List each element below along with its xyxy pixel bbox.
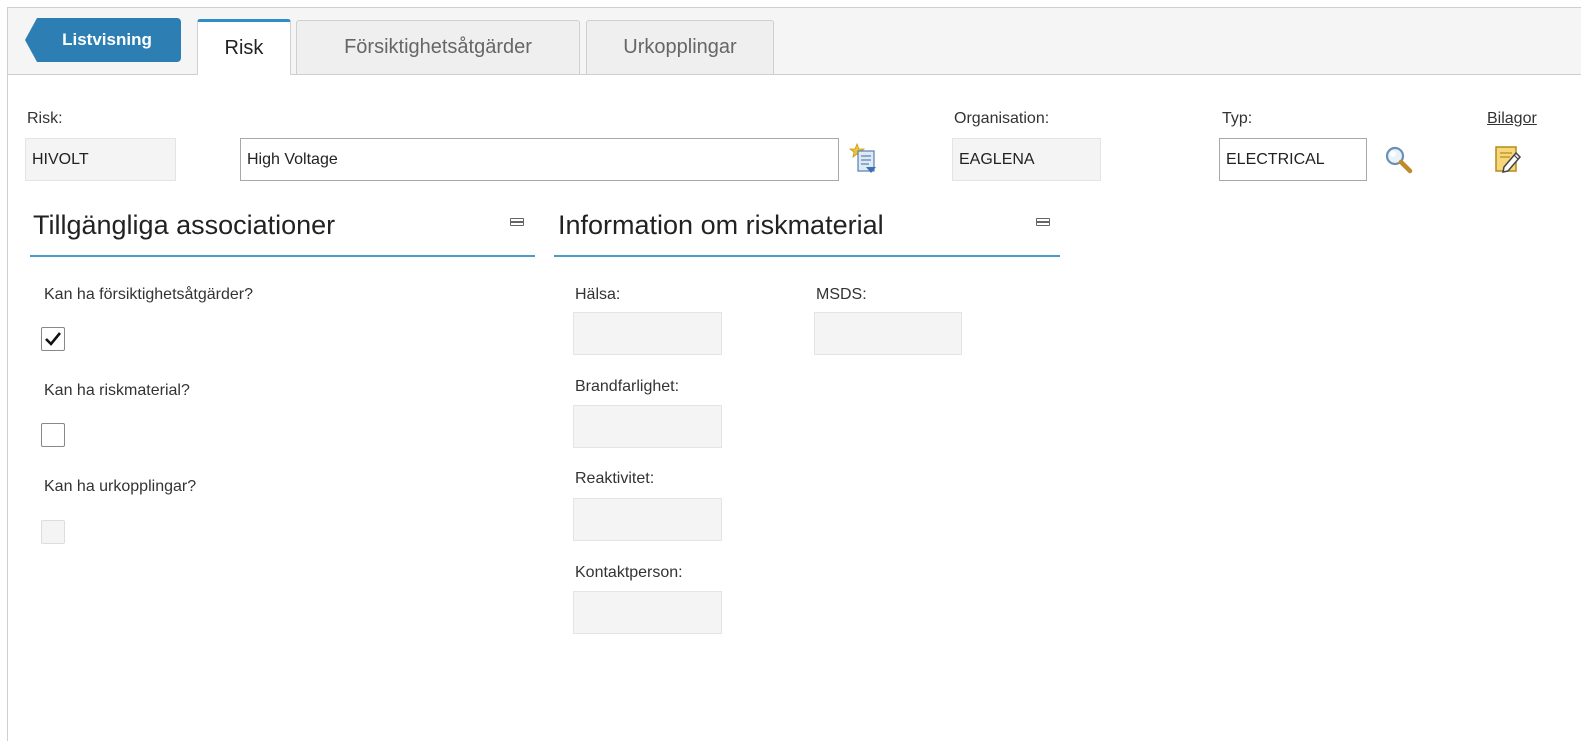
associations-divider [30, 255, 535, 257]
hazmat-divider [554, 255, 1060, 257]
hazmat-title: Information om riskmaterial [558, 210, 884, 240]
notes-star-icon[interactable] [848, 142, 879, 179]
type-label: Typ: [1222, 110, 1253, 127]
associations-minimize-icon[interactable] [510, 218, 524, 226]
hazmat-question-label: Kan ha riskmaterial? [44, 382, 190, 399]
contact-label: Kontaktperson: [575, 564, 683, 581]
health-field [573, 312, 722, 355]
hazmat-checkbox[interactable] [41, 423, 65, 447]
health-label: Hälsa: [575, 286, 621, 303]
reactivity-field [573, 498, 722, 541]
organisation-value: EAGLENA [959, 150, 1035, 168]
precautions-question-label: Kan ha försiktighetsåtgärder? [44, 286, 254, 303]
tab-isolations[interactable]: Urkopplingar [586, 20, 774, 74]
edit-document-icon[interactable] [1494, 143, 1524, 180]
isolations-question-label: Kan ha urkopplingar? [44, 478, 197, 495]
associations-title: Tillgängliga associationer [33, 210, 336, 240]
organisation-label: Organisation: [954, 110, 1050, 127]
isolations-checkbox [41, 520, 65, 544]
precautions-checkbox[interactable] [41, 327, 65, 351]
tab-precautions[interactable]: Försiktighetsåtgärder [296, 20, 580, 74]
reactivity-label: Reaktivitet: [575, 470, 655, 487]
risk-description-value: High Voltage [247, 150, 338, 168]
risk-code-field: HIVOLT [25, 138, 176, 181]
msds-label: MSDS: [816, 286, 867, 303]
contact-field [573, 591, 722, 634]
tab-precautions-label: Försiktighetsåtgärder [344, 36, 532, 58]
flammability-label: Brandfarlighet: [575, 378, 680, 395]
list-view-button-label: Listvisning [62, 30, 152, 49]
form-frame [7, 7, 1581, 741]
list-view-button[interactable]: Listvisning [25, 18, 181, 62]
type-value: ELECTRICAL [1226, 150, 1325, 168]
hazmat-minimize-icon[interactable] [1036, 218, 1050, 226]
type-field[interactable]: ELECTRICAL [1219, 138, 1367, 181]
flammability-field [573, 405, 722, 448]
organisation-field: EAGLENA [952, 138, 1101, 181]
checkmark-icon [45, 332, 62, 346]
attachments-link[interactable]: Bilagor [1487, 110, 1537, 128]
magnifier-icon[interactable] [1384, 145, 1414, 180]
risk-code-value: HIVOLT [32, 150, 89, 168]
tab-risk[interactable]: Risk [197, 19, 291, 75]
risk-label: Risk: [27, 110, 63, 127]
msds-field [814, 312, 962, 355]
tab-isolations-label: Urkopplingar [623, 36, 737, 58]
risk-description-field[interactable]: High Voltage [240, 138, 839, 181]
tab-risk-label: Risk [224, 37, 264, 59]
